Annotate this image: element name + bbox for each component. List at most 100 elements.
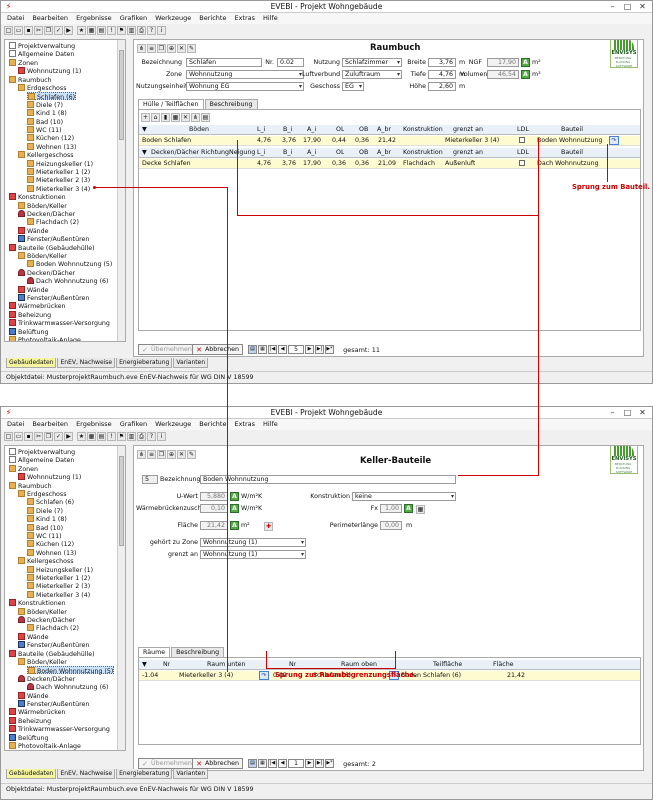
tree-node[interactable]: Photovoltaik-Anlage	[9, 742, 81, 750]
tree-node[interactable]: Bauteile (Gebäudehülle)	[9, 243, 95, 252]
cut-icon[interactable]: ✂	[34, 432, 43, 441]
cell-grenzt-an[interactable]: Außenluft	[445, 159, 475, 169]
open-folder-icon[interactable]: ▭	[14, 432, 23, 441]
alert-icon[interactable]: !	[107, 432, 116, 441]
window-icon[interactable]: ▦	[171, 113, 180, 122]
tree-node[interactable]: Diele (7)	[27, 100, 63, 109]
grenzt-an-select[interactable]: Wohnnutzung (1)	[200, 550, 306, 559]
menu-ergebnisse[interactable]: Ergebnisse	[76, 420, 112, 428]
tree-node[interactable]: Kind 1 (8)	[27, 515, 67, 523]
ldl-checkbox[interactable]	[519, 159, 525, 169]
table-row[interactable]: Decke Schlafen 4,76 3,76 17,90 0,36 0,36…	[139, 159, 640, 169]
tree-scrollbar[interactable]	[117, 40, 125, 341]
cell-name[interactable]: Decke Schlafen	[142, 159, 191, 169]
tree-node[interactable]: Allgemeine Daten	[9, 50, 74, 58]
table-row[interactable]: Boden Schlafen 4,76 3,76 17,90 0,44 0,36…	[139, 136, 640, 146]
prev-record-icon[interactable]: ◀	[278, 759, 287, 768]
tree-node[interactable]: Beheizung	[9, 716, 51, 725]
area-calc-icon[interactable]: ✚	[264, 522, 273, 531]
tree-node[interactable]: Schlafen (6)	[27, 92, 77, 101]
cell-ob[interactable]: 0,36	[347, 136, 369, 146]
tree-node[interactable]: Küchen (12)	[27, 134, 74, 142]
cell-li[interactable]: 4,76	[247, 159, 271, 169]
close-button[interactable]: ✕	[635, 407, 650, 419]
zone-select[interactable]: Wohnnutzung	[186, 70, 304, 79]
cell-grenzt-an[interactable]: Mieterkeller 3 (4)	[445, 136, 499, 146]
tree-node[interactable]: Wände	[18, 285, 49, 294]
cell-konstruktion[interactable]: Flachdach	[403, 159, 435, 169]
cell-bauteil[interactable]: Dach Wohnnutzung	[537, 159, 599, 169]
tree-node[interactable]: Böden/Keller	[18, 607, 67, 616]
help-icon[interactable]: ?	[147, 26, 156, 35]
alert-icon[interactable]: !	[107, 26, 116, 35]
tree-node[interactable]: Fenster/Außentüren	[18, 235, 89, 243]
tree-node[interactable]: Zonen	[9, 464, 38, 473]
tree-node[interactable]: Decken/Dächer	[18, 616, 75, 624]
uwert-auto-button[interactable]: A	[230, 492, 239, 501]
project-tree[interactable]: Projektverwaltung Allgemeine Daten Zonen Wo…	[4, 39, 126, 342]
tree-node[interactable]: Photovoltaik-Anlage	[9, 336, 81, 341]
new-file-icon[interactable]: □	[4, 432, 13, 441]
tab-energieberatung[interactable]: Energieberatung	[116, 358, 173, 368]
ngf-auto-button[interactable]: A	[521, 58, 530, 67]
tab-beschreibung[interactable]: Beschreibung	[204, 99, 258, 109]
wall-icon[interactable]: ▮	[161, 113, 170, 122]
cell-nr-unten[interactable]: -1.04	[142, 671, 158, 681]
new-file-icon[interactable]: □	[4, 26, 13, 35]
tree-node[interactable]: Böden/Keller	[18, 658, 67, 666]
fx-auto-button[interactable]: A	[404, 504, 413, 513]
prev-record-icon[interactable]: ◀	[278, 345, 287, 354]
list-icon[interactable]: ≡	[147, 44, 156, 53]
zoom-icon[interactable]: ⊕	[167, 44, 176, 53]
tab-varianten[interactable]: Varianten	[173, 358, 209, 368]
tree-node[interactable]: WC (11)	[27, 532, 62, 540]
menu-berichte[interactable]: Berichte	[199, 14, 226, 22]
tree-node[interactable]: Mieterkeller 2 (3)	[27, 176, 90, 184]
tree-node[interactable]: Wände	[18, 226, 49, 235]
apply-button[interactable]: ✓ Übernehmen	[138, 344, 196, 355]
cell-ol[interactable]: 0,44	[324, 136, 346, 146]
jump-to-raum-unten-icon[interactable]: ↷	[259, 671, 269, 680]
nutzungseinheit-select[interactable]: Wohnung EG	[186, 82, 304, 91]
tree-node[interactable]: Wärmebrücken	[9, 708, 66, 716]
tree-icon[interactable]: ⋔	[137, 450, 146, 459]
luftverbund-select[interactable]: Zuluftraum	[342, 70, 402, 79]
menu-berichte[interactable]: Berichte	[199, 420, 226, 428]
jump-to-bauteil-icon[interactable]: ↷	[609, 136, 619, 145]
tree-node[interactable]: Dach Wohnnutzung (6)	[27, 277, 109, 285]
check-icon[interactable]: ✓	[54, 26, 63, 35]
tree-node[interactable]: Küchen (12)	[27, 540, 74, 548]
tree-node[interactable]: Heizungskeller (1)	[27, 565, 93, 574]
tab-enev[interactable]: EnEV, Nachweise	[57, 358, 116, 368]
menu-datei[interactable]: Datei	[7, 420, 24, 428]
menu-grafiken[interactable]: Grafiken	[120, 14, 147, 22]
report-icon[interactable]: ▤	[97, 26, 106, 35]
copy-icon[interactable]: ❐	[44, 26, 53, 35]
col-toggle-icon[interactable]: ▼	[142, 125, 147, 135]
tree-node[interactable]: Trinkwarmwasser-Versorgung	[9, 725, 110, 733]
tree-node[interactable]: Wände	[18, 691, 49, 700]
bezeichnung-input[interactable]: Boden Wohnnutzung	[200, 475, 456, 484]
list-icon[interactable]: ≡	[147, 450, 156, 459]
menu-werkzeuge[interactable]: Werkzeuge	[155, 420, 191, 428]
tree-node[interactable]: Raumbuch	[9, 75, 52, 84]
maximize-button[interactable]: □	[620, 1, 635, 13]
cell-ai[interactable]: 17,90	[297, 159, 321, 169]
project-tree[interactable]: Projektverwaltung Allgemeine Daten Zonen Wo…	[4, 445, 126, 751]
apply-button[interactable]: ✓ Übernehmen	[138, 758, 196, 769]
split-icon[interactable]: ⋔	[191, 113, 200, 122]
tree-node[interactable]: Decken/Dächer	[18, 210, 75, 218]
tree-node[interactable]: Schlafen (6)	[27, 498, 74, 506]
delete-icon[interactable]: ✕	[177, 44, 186, 53]
hoehe-input[interactable]: 2,60	[428, 82, 456, 91]
view-list-icon[interactable]: ▤	[248, 759, 257, 768]
tree-node[interactable]: Flachdach (2)	[27, 218, 79, 226]
nutzung-select[interactable]: Schlafzimmer	[342, 58, 402, 67]
first-record-icon[interactable]: |◀	[268, 759, 277, 768]
new-record-icon[interactable]: ▶*	[325, 345, 334, 354]
table-icon[interactable]: ▤	[201, 113, 210, 122]
chart-icon[interactable]: ▥	[127, 26, 136, 35]
cancel-button[interactable]: ✕ Abbrechen	[192, 344, 243, 355]
tree-icon[interactable]: ⋔	[137, 44, 146, 53]
tree-node[interactable]: Raumbuch	[9, 481, 52, 490]
